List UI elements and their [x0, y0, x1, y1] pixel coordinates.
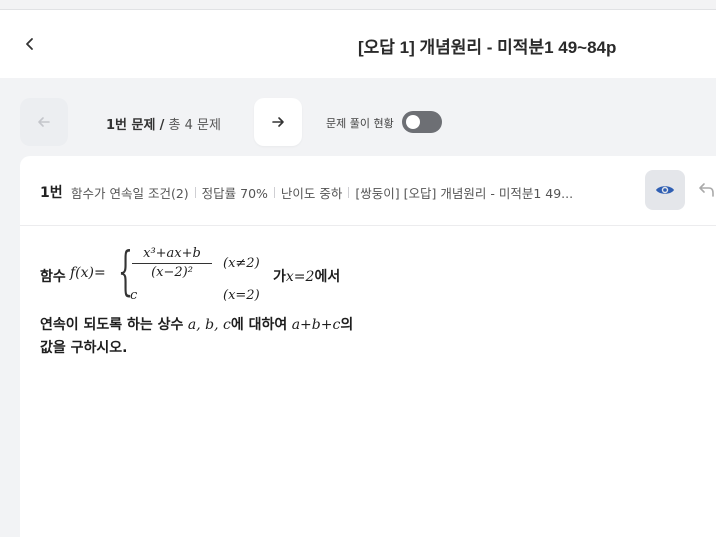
fraction: x³+ax+b (x−2)²	[132, 246, 212, 280]
show-answer-button[interactable]	[645, 170, 685, 210]
question-number: 1번	[40, 185, 63, 201]
back-button[interactable]	[18, 32, 42, 56]
prev-question-button[interactable]	[20, 98, 68, 146]
problem-body: 함수 f(x)= { x³+ax+b (x−2)² (x≠2) 가x=2에서 c…	[40, 244, 700, 360]
problem-line-3: 값을 구하시오.	[40, 340, 128, 356]
question-counter: 1번 문제 / 총 4 문제	[106, 114, 221, 133]
problem-text: 함수	[40, 269, 66, 285]
arrow-right-icon	[272, 117, 284, 127]
question-meta: 함수가 연속일 조건(2) 정답률 70% 난이도 중하 [쌍둥이] [오답] …	[71, 183, 573, 202]
question-navigator: 1번 문제 / 총 4 문제 문제 풀이 현황	[0, 78, 716, 156]
problem-line-2: 연속이 되도록 하는 상수 a, b, c에 대하여 a+b+c의	[40, 314, 700, 337]
particle-eseo: 에서	[314, 269, 341, 285]
meta-divider	[348, 187, 350, 198]
solve-status-toggle[interactable]	[402, 111, 442, 133]
chevron-left-icon	[26, 38, 33, 50]
next-question-button[interactable]	[254, 98, 302, 146]
header-bar: [오답 1] 개념원리 - 미적분1 49~84p	[0, 10, 716, 78]
meta-source: [쌍둥이] [오답] 개념원리 - 미적분1 49...	[355, 186, 574, 201]
problem-text: 가x=2에서	[273, 266, 340, 286]
counter-divider: /	[159, 118, 165, 133]
eye-icon	[656, 186, 674, 194]
problem-line-1: 함수 f(x)= { x³+ax+b (x−2)² (x≠2) 가x=2에서 c…	[40, 244, 700, 310]
problem-text: 의	[340, 317, 354, 333]
problem-text: 에 대하여	[230, 317, 288, 333]
sum-expression: a+b+c	[291, 317, 341, 333]
arrow-left-icon	[38, 117, 50, 127]
meta-topic: 함수가 연속일 조건(2)	[71, 186, 189, 201]
case-2-condition: (x=2)	[223, 288, 260, 303]
fraction-numerator: x³+ax+b	[132, 246, 212, 264]
question-card: 1번 함수가 연속일 조건(2) 정답률 70% 난이도 중하 [쌍둥이] [오…	[20, 156, 716, 537]
meta-accuracy: 정답률 70%	[201, 186, 268, 201]
undo-button[interactable]	[695, 178, 716, 202]
top-strip	[0, 0, 716, 10]
case-2-value: c	[130, 288, 138, 303]
fraction-denominator: (x−2)²	[151, 265, 193, 280]
meta-divider	[194, 187, 196, 198]
meta-divider	[273, 187, 275, 198]
undo-icon	[699, 183, 714, 197]
solve-status-label: 문제 풀이 현황	[326, 117, 394, 130]
problem-text: 연속이 되도록 하는 상수	[40, 317, 184, 333]
page-title: [오답 1] 개념원리 - 미적분1 49~84p	[358, 38, 617, 57]
meta-difficulty: 난이도 중하	[280, 186, 343, 201]
particle-ga: 가	[273, 269, 286, 285]
point-expression: x=2	[285, 269, 315, 285]
function-expression: f(x)=	[70, 265, 106, 281]
current-question: 1번 문제	[106, 118, 156, 133]
case-1-condition: (x≠2)	[223, 256, 260, 271]
constants-expression: a, b, c	[187, 317, 231, 333]
question-header: 1번 함수가 연속일 조건(2) 정답률 70% 난이도 중하 [쌍둥이] [오…	[20, 156, 716, 226]
toggle-knob	[406, 115, 420, 129]
total-questions: 총 4 문제	[168, 118, 221, 133]
